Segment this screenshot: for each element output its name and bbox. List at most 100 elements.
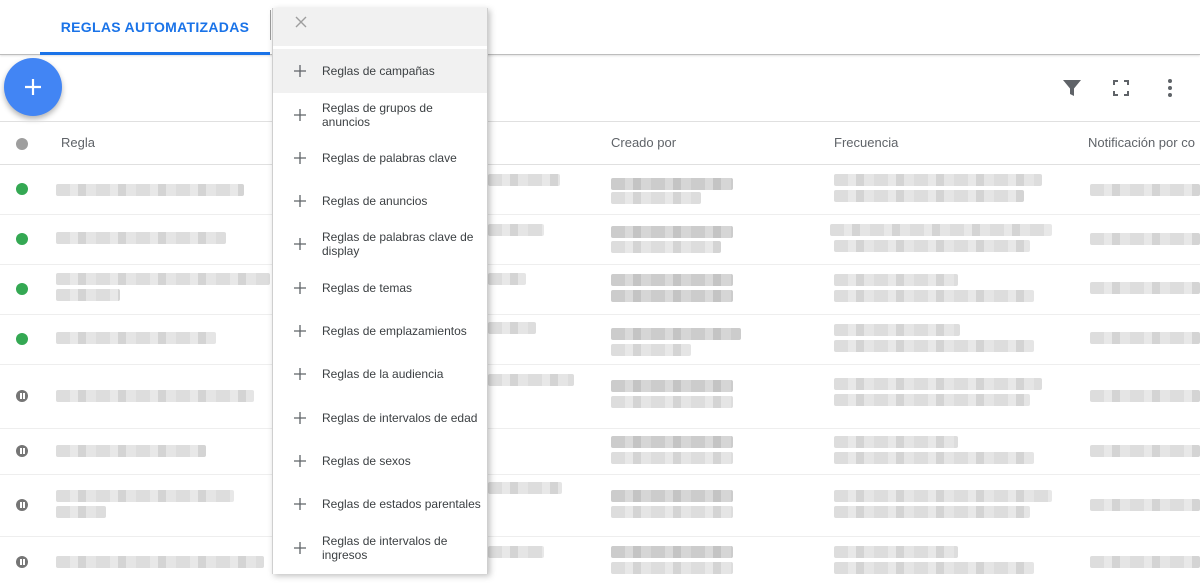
redacted-text: [611, 344, 691, 356]
plus-icon: [25, 79, 41, 95]
status-header-icon: [16, 138, 28, 150]
redacted-text: [56, 506, 106, 518]
menu-item-label: Reglas de intervalos de edad: [322, 411, 478, 425]
menu-header: [273, 8, 487, 46]
redacted-text: [488, 374, 574, 386]
menu-item-label: Reglas de intervalos de ingresos: [322, 534, 448, 562]
redacted-text: [1090, 390, 1200, 402]
redacted-text: [488, 224, 544, 236]
redacted-text: [488, 174, 560, 186]
redacted-text: [834, 174, 1042, 186]
redacted-text: [1090, 233, 1200, 245]
redacted-text: [1090, 282, 1200, 294]
redacted-text: [56, 289, 120, 301]
plus-icon: [294, 412, 306, 424]
redacted-text: [834, 378, 1042, 390]
status-paused-icon: [16, 390, 28, 402]
status-enabled-icon: [16, 183, 28, 195]
redacted-text: [834, 546, 958, 558]
redacted-text: [834, 274, 958, 286]
menu-item-reglas-de-campanas[interactable]: Reglas de campañas: [273, 49, 487, 93]
redacted-text: [56, 184, 244, 196]
menu-item-reglas-de-emplazamientos[interactable]: Reglas de emplazamientos: [273, 309, 487, 353]
menu-item-reglas-de-palabras-clave-de-display[interactable]: Reglas de palabras clave de display: [273, 222, 487, 266]
redacted-text: [56, 232, 226, 244]
redacted-text: [56, 390, 254, 402]
menu-item-reglas-de-grupos-de-anuncios[interactable]: Reglas de grupos de anuncios: [273, 93, 487, 137]
tab-reglas-automatizadas[interactable]: REGLAS AUTOMATIZADAS: [40, 0, 270, 55]
table-row[interactable]: [0, 214, 1200, 265]
redacted-text: [834, 190, 1024, 202]
redacted-text: [834, 394, 1030, 406]
redacted-text: [56, 490, 234, 502]
status-paused-icon: [16, 556, 28, 568]
table-row[interactable]: [0, 428, 1200, 475]
redacted-text: [611, 274, 733, 286]
menu-item-label: Reglas de temas: [322, 281, 413, 295]
column-header-creado-por[interactable]: Creado por: [611, 122, 676, 164]
redacted-text: [488, 322, 536, 334]
menu-item-reglas-de-intervalos-de-ingresos[interactable]: Reglas de intervalos de ingresos: [273, 526, 487, 570]
redacted-text: [611, 290, 733, 302]
menu-item-reglas-de-temas[interactable]: Reglas de temas: [273, 266, 487, 310]
redacted-text: [834, 452, 1034, 464]
redacted-text: [56, 556, 264, 568]
tab-label: REGLAS AUTOMATIZADAS: [60, 19, 250, 35]
table-header: Regla Creado por Frecuencia Notificación…: [0, 121, 1200, 165]
plus-icon: [294, 498, 306, 510]
menu-item-reglas-de-intervalos-de-edad[interactable]: Reglas de intervalos de edad: [273, 396, 487, 440]
column-header-regla[interactable]: Regla: [61, 122, 95, 164]
plus-icon: [294, 542, 306, 554]
menu-item-reglas-de-la-audiencia[interactable]: Reglas de la audiencia: [273, 352, 487, 396]
status-enabled-icon: [16, 333, 28, 345]
menu-item-label: Reglas de palabras clave de display: [322, 230, 474, 258]
close-menu-button[interactable]: [291, 12, 311, 32]
status-paused-icon: [16, 499, 28, 511]
status-enabled-icon: [16, 283, 28, 295]
redacted-text: [834, 240, 1030, 252]
redacted-text: [488, 546, 544, 558]
redacted-text: [834, 324, 960, 336]
plus-icon: [294, 195, 306, 207]
plus-icon: [294, 65, 306, 77]
table-row[interactable]: [0, 536, 1200, 584]
table-row[interactable]: [0, 314, 1200, 365]
menu-item-label: Reglas de sexos: [322, 454, 411, 468]
more-options-button[interactable]: [1158, 76, 1182, 100]
plus-icon: [294, 109, 306, 121]
redacted-text: [611, 546, 733, 558]
column-header-frecuencia[interactable]: Frecuencia: [834, 122, 898, 164]
menu-item-label: Reglas de la audiencia: [322, 367, 444, 381]
redacted-text: [611, 436, 733, 448]
redacted-text: [834, 562, 1034, 574]
fullscreen-button[interactable]: [1109, 76, 1133, 100]
redacted-text: [611, 562, 733, 574]
redacted-text: [834, 290, 1034, 302]
redacted-text: [1090, 499, 1200, 511]
menu-item-label: Reglas de estados parentales: [322, 497, 481, 511]
plus-icon: [294, 325, 306, 337]
redacted-text: [611, 490, 733, 502]
redacted-text: [1090, 332, 1200, 344]
redacted-text: [834, 506, 1030, 518]
redacted-text: [611, 192, 701, 204]
tab-bar: REGLAS AUTOMATIZADAS: [0, 0, 1200, 55]
more-vert-icon: [1168, 79, 1172, 97]
column-header-notificacion[interactable]: Notificación por co: [1088, 122, 1195, 164]
table-row[interactable]: [0, 474, 1200, 537]
menu-item-reglas-de-sexos[interactable]: Reglas de sexos: [273, 439, 487, 483]
table-row[interactable]: [0, 164, 1200, 215]
close-icon: [295, 16, 307, 28]
menu-item-label: Reglas de emplazamientos: [322, 324, 467, 338]
menu-item-label: Reglas de palabras clave: [322, 151, 457, 165]
table-row[interactable]: [0, 264, 1200, 315]
table-row[interactable]: [0, 364, 1200, 429]
filter-icon: [1063, 80, 1081, 96]
plus-icon: [294, 368, 306, 380]
menu-item-reglas-de-palabras-clave[interactable]: Reglas de palabras clave: [273, 136, 487, 180]
menu-item-reglas-de-anuncios[interactable]: Reglas de anuncios: [273, 179, 487, 223]
add-rule-button[interactable]: [4, 58, 62, 116]
filter-button[interactable]: [1060, 76, 1084, 100]
menu-item-reglas-de-estados-parentales[interactable]: Reglas de estados parentales: [273, 482, 487, 526]
status-enabled-icon: [16, 233, 28, 245]
